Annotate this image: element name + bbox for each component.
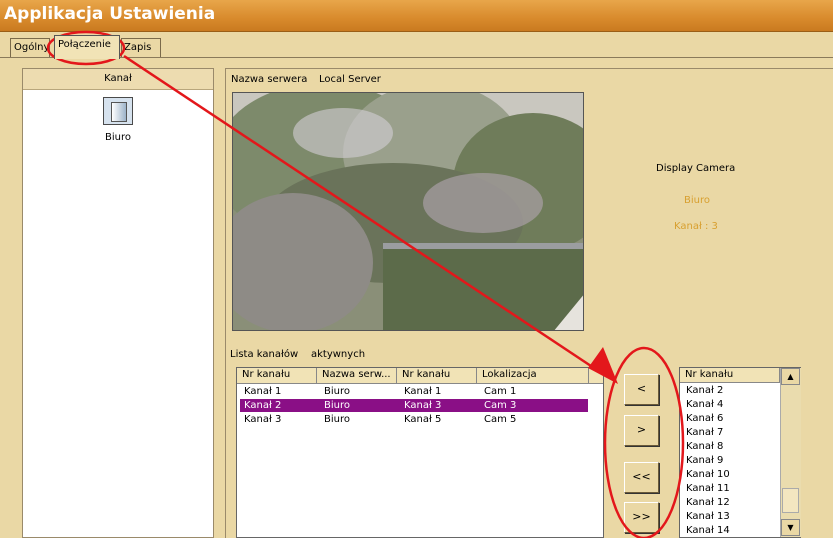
active-channels-table[interactable]: Nr kanału Nazwa serw... Nr kanału Lokali… — [236, 367, 604, 538]
server-name-value: Local Server — [319, 74, 381, 85]
column-server-name[interactable]: Nazwa serw... — [317, 368, 397, 383]
move-left-button[interactable]: < — [624, 374, 659, 405]
list-item[interactable]: Kanał 13 — [686, 510, 730, 524]
available-channels-header[interactable]: Nr kanału — [680, 368, 780, 383]
list-item[interactable]: Kanał 4 — [686, 398, 723, 412]
window-title: Applikacja Ustawienia — [4, 4, 216, 24]
move-all-right-button[interactable]: >> — [624, 502, 659, 533]
list-item[interactable]: Kanał 12 — [686, 496, 730, 510]
server-name-label: Nazwa serwera — [231, 74, 308, 85]
channel-tree-panel: Kanał Biuro — [22, 68, 214, 538]
active-list-label: Lista kanałów — [230, 349, 299, 360]
display-camera-channel: Kanał : 3 — [674, 221, 718, 232]
table-row[interactable]: Kanał 1 Biuro Kanał 1 Cam 1 — [240, 385, 588, 398]
column-channel-number-2[interactable]: Nr kanału — [397, 368, 477, 383]
camera-preview-image — [233, 93, 583, 330]
tab-connection[interactable]: Połączenie — [54, 35, 120, 59]
tab-strip-divider — [0, 57, 833, 58]
move-right-button[interactable]: > — [624, 415, 659, 446]
server-label[interactable]: Biuro — [23, 132, 213, 143]
tab-general[interactable]: Ogólny — [10, 38, 50, 57]
list-item[interactable]: Kanał 9 — [686, 454, 723, 468]
scroll-up-icon[interactable]: ▲ — [781, 368, 800, 385]
column-channel-number[interactable]: Nr kanału — [237, 368, 317, 383]
table-header: Nr kanału Nazwa serw... Nr kanału Lokali… — [237, 368, 603, 384]
scroll-down-icon[interactable]: ▼ — [781, 519, 800, 536]
display-camera-title: Display Camera — [656, 163, 736, 174]
available-channels-list[interactable]: Nr kanału Kanał 2 Kanał 4 Kanał 6 Kanał … — [679, 367, 801, 538]
list-item[interactable]: Kanał 6 — [686, 412, 723, 426]
server-icon[interactable] — [103, 97, 133, 125]
column-location[interactable]: Lokalizacja — [477, 368, 589, 383]
title-bar: Applikacja Ustawienia — [0, 0, 833, 32]
scroll-thumb[interactable] — [782, 488, 799, 513]
table-row[interactable]: Kanał 3 Biuro Kanał 5 Cam 5 — [240, 413, 588, 426]
list-item[interactable]: Kanał 11 — [686, 482, 730, 496]
display-camera-name: Biuro — [684, 195, 710, 206]
active-list-label-2: aktywnych — [311, 349, 366, 360]
list-item[interactable]: Kanał 10 — [686, 468, 730, 482]
list-item[interactable]: Kanał 8 — [686, 440, 723, 454]
camera-preview — [232, 92, 584, 331]
list-item[interactable]: Kanał 2 — [686, 384, 723, 398]
list-item[interactable]: Kanał 14 — [686, 524, 730, 538]
vertical-scrollbar[interactable]: ▲ ▼ — [780, 368, 801, 537]
list-item[interactable]: Kanał 7 — [686, 426, 723, 440]
move-all-left-button[interactable]: << — [624, 462, 659, 493]
tab-recording[interactable]: Zapis — [121, 38, 161, 57]
channel-tree-header: Kanał — [23, 69, 213, 90]
table-row-selected[interactable]: Kanał 2 Biuro Kanał 3 Cam 3 — [240, 399, 588, 412]
